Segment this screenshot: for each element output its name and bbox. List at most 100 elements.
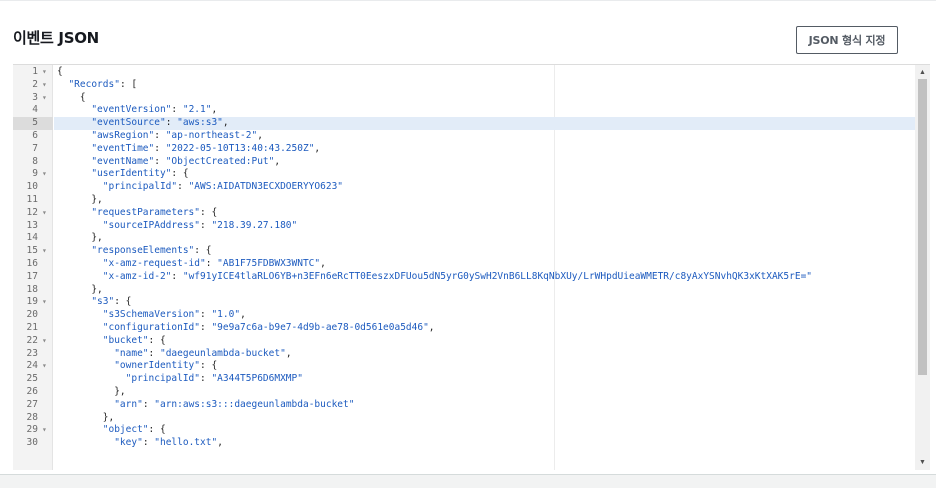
code-text: "eventTime": "2022-05-10T13:40:43.250Z", [91, 142, 321, 154]
format-json-button[interactable]: JSON 형식 지정 [796, 26, 898, 54]
code-text: "eventSource": "aws:s3", [54, 117, 915, 130]
line-number: 21 [26, 321, 38, 333]
fold-arrow-icon[interactable]: ▾ [42, 245, 47, 258]
fold-arrow-icon[interactable]: ▾ [42, 207, 47, 220]
line-number: 1 ▾ [32, 66, 47, 79]
code-text: "userIdentity": { [91, 168, 189, 180]
line-number: 29 ▾ [26, 424, 47, 437]
code-line[interactable]: 11 }, [13, 194, 915, 207]
code-text: "eventName": "ObjectCreated:Put", [91, 155, 281, 167]
code-text: "s3SchemaVersion": "1.0", [102, 309, 246, 321]
code-line[interactable]: 4 "eventVersion": "2.1", [13, 104, 915, 117]
code-text: "eventVersion": "2.1", [91, 104, 218, 116]
fold-arrow-icon[interactable]: ▾ [42, 296, 47, 309]
triangle-up-icon[interactable]: ▲ [915, 67, 930, 79]
line-number: 27 [26, 398, 38, 410]
code-line[interactable]: 25 "principalId": "A344T5P6D6MXMP" [13, 373, 915, 386]
code-line[interactable]: 17 "x-amz-id-2": "wf91yICE4tlaRLO6YB+n3E… [13, 271, 915, 284]
fold-arrow-icon[interactable]: ▾ [42, 168, 47, 181]
line-number: 8 [32, 155, 38, 167]
code-line[interactable]: 5 "eventSource": "aws:s3", [13, 117, 915, 130]
line-number: 28 [26, 411, 38, 423]
page-divider [0, 474, 936, 475]
code-line[interactable]: 13 "sourceIPAddress": "218.39.27.180" [13, 220, 915, 233]
line-number: 24 ▾ [26, 360, 47, 373]
code-line[interactable]: 8 "eventName": "ObjectCreated:Put", [13, 156, 915, 169]
scroll-thumb[interactable] [918, 79, 927, 375]
code-line[interactable]: 26 }, [13, 386, 915, 399]
code-line[interactable]: 9 ▾ "userIdentity": { [13, 168, 915, 181]
code-text: { [57, 91, 86, 103]
code-text: { [57, 66, 63, 77]
line-number: 22 ▾ [26, 334, 47, 348]
code-line[interactable]: 7 "eventTime": "2022-05-10T13:40:43.250Z… [13, 143, 915, 156]
code-text: "s3": { [91, 296, 132, 308]
panel-title: 이벤트 JSON [13, 29, 99, 47]
line-number: 10 [26, 181, 38, 193]
code-line[interactable]: 22 ▾ "bucket": { [13, 335, 915, 348]
code-line[interactable]: 19 ▾ "s3": { [13, 296, 915, 309]
fold-arrow-icon[interactable]: ▾ [42, 335, 47, 348]
code-line[interactable]: 30 "key": "hello.txt", [13, 437, 915, 450]
fold-arrow-icon[interactable]: ▾ [42, 360, 47, 373]
code-line[interactable]: 24 ▾ "ownerIdentity": { [13, 360, 915, 373]
code-text: "object": { [102, 424, 166, 436]
code-text: }, [57, 193, 103, 205]
code-line[interactable]: 23 "name": "daegeunlambda-bucket", [13, 348, 915, 361]
code-line[interactable]: 29 ▾ "object": { [13, 424, 915, 437]
line-number: 26 [26, 385, 38, 397]
line-number: 3 ▾ [32, 91, 47, 105]
code-line[interactable]: 10 "principalId": "AWS:AIDATDN3ECXDOERYY… [13, 181, 915, 194]
code-line[interactable]: 1 ▾ { [13, 66, 915, 79]
line-number: 5 [13, 117, 53, 130]
code-text: }, [57, 411, 115, 423]
code-text: "principalId": "A344T5P6D6MXMP" [125, 373, 303, 385]
code-line[interactable]: 21 "configurationId": "9e9a7c6a-b9e7-4d9… [13, 322, 915, 335]
code-line[interactable]: 12 ▾ "requestParameters": { [13, 207, 915, 220]
line-number: 15 ▾ [26, 245, 47, 258]
code-text: }, [57, 232, 103, 244]
json-code-editor[interactable]: 1 ▾{2 ▾ "Records": [3 ▾ {4 "eventVersion": … [13, 64, 930, 470]
line-number: 6 [32, 129, 38, 141]
code-line[interactable]: 20 "s3SchemaVersion": "1.0", [13, 309, 915, 322]
code-text: "configurationId": "9e9a7c6a-b9e7-4d9b-a… [102, 321, 435, 333]
code-text: "requestParameters": { [91, 206, 218, 218]
code-line[interactable]: 28 }, [13, 412, 915, 425]
code-line[interactable]: 16 "x-amz-request-id": "AB1F75FDBWX3WNTC… [13, 258, 915, 271]
line-number: 25 [26, 373, 38, 385]
code-line[interactable]: 15 ▾ "responseElements": { [13, 245, 915, 258]
code-text: "responseElements": { [91, 245, 212, 257]
line-number: 30 [26, 437, 38, 449]
code-line[interactable]: 14 }, [13, 232, 915, 245]
fold-arrow-icon[interactable]: ▾ [42, 79, 47, 92]
fold-arrow-icon[interactable]: ▾ [42, 424, 47, 437]
editor-scrollbar[interactable]: ▲ ▼ [915, 65, 930, 470]
line-number: 17 [26, 270, 38, 282]
code-text: "ownerIdentity": { [114, 360, 218, 372]
code-text: "awsRegion": "ap-northeast-2", [91, 129, 263, 141]
line-number: 23 [26, 347, 38, 359]
code-line[interactable]: 27 "arn": "arn:aws:s3:::daegeunlambda-bu… [13, 399, 915, 412]
line-number: 16 [26, 257, 38, 269]
code-text: "x-amz-id-2": "wf91yICE4tlaRLO6YB+n3EFn6… [102, 270, 813, 282]
triangle-down-icon[interactable]: ▼ [915, 457, 930, 469]
code-text: }, [57, 385, 126, 397]
fold-arrow-icon[interactable]: ▾ [42, 66, 47, 79]
code-line[interactable]: 6 "awsRegion": "ap-northeast-2", [13, 130, 915, 143]
editor-lines[interactable]: 1 ▾{2 ▾ "Records": [3 ▾ {4 "eventVersion": … [13, 66, 915, 450]
line-number: 9 ▾ [32, 168, 47, 181]
code-text: "x-amz-request-id": "AB1F75FDBWX3WNTC", [102, 257, 326, 269]
code-line[interactable]: 3 ▾ { [13, 92, 915, 105]
line-number: 2 ▾ [32, 78, 47, 92]
code-line[interactable]: 2 ▾ "Records": [ [13, 79, 915, 92]
code-line[interactable]: 18 }, [13, 284, 915, 297]
line-number: 20 [26, 309, 38, 321]
line-number: 19 ▾ [26, 296, 47, 309]
fold-arrow-icon[interactable]: ▾ [42, 92, 47, 105]
code-text: "Records": [ [68, 78, 138, 90]
code-text: "bucket": { [102, 334, 166, 346]
code-text: "sourceIPAddress": "218.39.27.180" [102, 219, 298, 231]
line-number: 11 [26, 193, 38, 205]
line-number: 4 [32, 104, 38, 116]
code-text: "key": "hello.txt", [114, 437, 223, 449]
